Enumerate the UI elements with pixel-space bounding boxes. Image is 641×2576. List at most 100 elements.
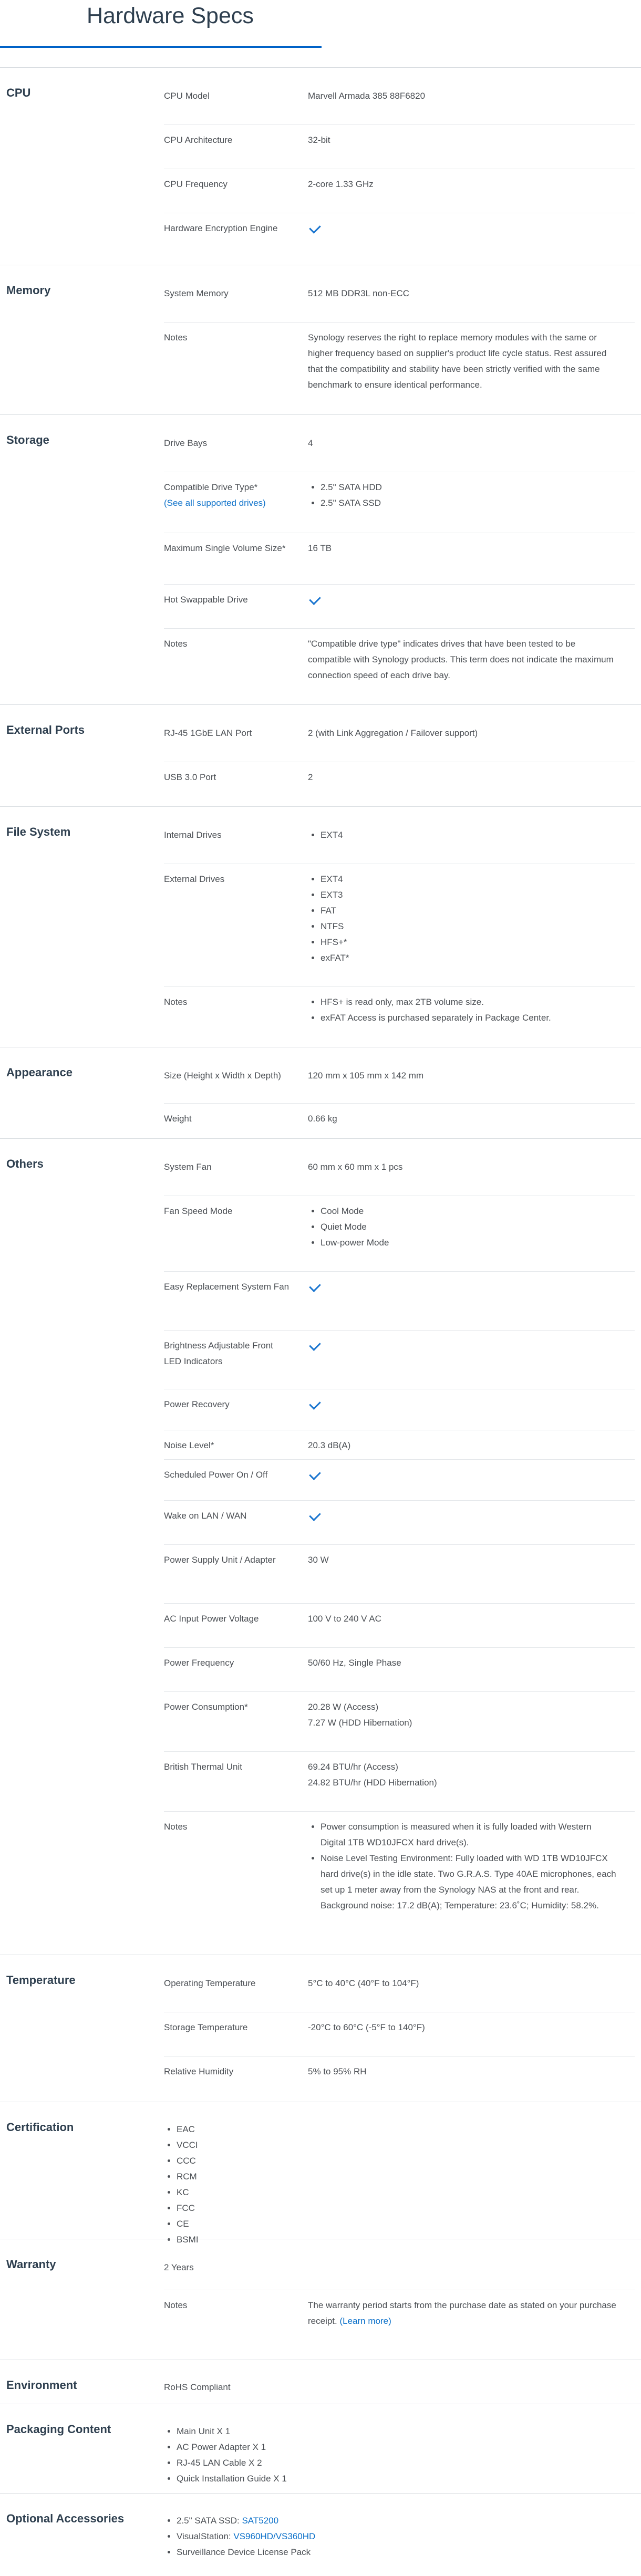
- spec-row: Notes Synology reserves the right to rep…: [0, 323, 641, 414]
- spec-label: Power Recovery: [164, 1399, 230, 1409]
- spec-row: RJ-45 1GbE LAN Port 2 (with Link Aggrega…: [0, 718, 641, 762]
- spec-value: [302, 585, 617, 629]
- section-title: Certification: [6, 2121, 74, 2134]
- spec-label: Hot Swappable Drive: [164, 595, 248, 605]
- spec-label: Size (Height x Width x Depth): [164, 1071, 281, 1081]
- list-item: Quiet Mode: [320, 1219, 617, 1235]
- section-file-system: File System Internal Drives EXT4 Externa…: [0, 806, 641, 1047]
- list-item: HFS+ is read only, max 2TB volume size.: [320, 994, 617, 1010]
- spec-row: Weight 0.66 kg: [0, 1104, 641, 1138]
- sat5200-link[interactable]: SAT5200: [242, 2516, 278, 2526]
- list-item: Noise Level Testing Environment: Fully l…: [320, 1851, 617, 1914]
- spec-row: Storage Temperature -20°C to 60°C (-5°F …: [0, 2012, 641, 2056]
- spec-row: Drive Bays 4: [0, 428, 641, 472]
- spec-value-list: HFS+ is read only, max 2TB volume size. …: [308, 994, 617, 1026]
- spec-value: 2.5" SATA SSD: SAT5200 VisualStation: VS…: [164, 2507, 641, 2576]
- spec-label: Hardware Encryption Engine: [164, 223, 278, 233]
- spec-label: Relative Humidity: [164, 2066, 234, 2076]
- spec-row: CPU Frequency 2-core 1.33 GHz: [0, 169, 641, 213]
- spec-value: 512 MB DDR3L non-ECC: [308, 288, 410, 298]
- section-title: Environment: [6, 2378, 77, 2392]
- spec-row: AC Input Power Voltage 100 V to 240 V AC: [0, 1604, 641, 1648]
- spec-label: RJ-45 1GbE LAN Port: [164, 728, 252, 738]
- section-cpu: CPU CPU Model Marvell Armada 385 88F6820…: [0, 67, 641, 265]
- spec-label: Maximum Single Volume Size*: [164, 543, 286, 553]
- spec-value-list: EAC VCCI CCC RCM KC FCC CE BSMI: [164, 2122, 641, 2248]
- spec-label: Power Frequency: [164, 1658, 234, 1668]
- list-item: FAT: [320, 903, 617, 919]
- spec-value: Cool Mode Quiet Mode Low-power Mode: [302, 1196, 617, 1272]
- spec-value-list: EXT4 EXT3 FAT NTFS HFS+* exFAT*: [308, 871, 617, 966]
- list-item: CE: [177, 2216, 641, 2232]
- spec-label: Weight: [164, 1114, 192, 1124]
- list-item: EXT4: [320, 827, 617, 843]
- spec-label: CPU Architecture: [164, 135, 233, 145]
- spec-label: System Memory: [164, 288, 229, 298]
- spec-value: 2 Years: [164, 2262, 194, 2272]
- spec-label: CPU Model: [164, 91, 210, 101]
- spec-row: Easy Replacement System Fan: [0, 1272, 641, 1331]
- spec-value: 50/60 Hz, Single Phase: [308, 1658, 401, 1668]
- spec-label: Brightness Adjustable Front LED Indicato…: [164, 1341, 273, 1366]
- spec-value: 0.66 kg: [308, 1114, 337, 1124]
- spec-value: 5% to 95% RH: [308, 2066, 367, 2076]
- spec-label: System Fan: [164, 1162, 212, 1172]
- list-item: EXT4: [320, 871, 617, 887]
- spec-label: Storage Temperature: [164, 2022, 248, 2032]
- spec-value: 120 mm x 105 mm x 142 mm: [308, 1071, 424, 1081]
- spec-row: Power Supply Unit / Adapter 30 W: [0, 1545, 641, 1604]
- spec-row: CPU Model Marvell Armada 385 88F6820: [0, 81, 641, 125]
- spec-value-list: Cool Mode Quiet Mode Low-power Mode: [308, 1203, 617, 1251]
- check-icon: [309, 1339, 321, 1351]
- spec-value: -20°C to 60°C (-5°F to 140°F): [308, 2022, 425, 2032]
- spec-value: Marvell Armada 385 88F6820: [308, 91, 426, 101]
- section-warranty: Warranty 2 Years Notes The warranty peri…: [0, 2239, 641, 2360]
- check-icon: [309, 1509, 321, 1521]
- spec-row: External Drives EXT4 EXT3 FAT NTFS HFS+*…: [0, 864, 641, 987]
- spec-label: Notes: [164, 1822, 188, 1832]
- spec-label: Fan Speed Mode: [164, 1206, 233, 1216]
- value-line: 20.28 W (Access): [308, 1702, 379, 1712]
- spec-value-list: Power consumption is measured when it is…: [308, 1819, 617, 1914]
- visualstation-link[interactable]: VS960HD/VS360HD: [233, 2531, 315, 2541]
- spec-label: USB 3.0 Port: [164, 772, 216, 782]
- spec-row: Operating Temperature 5°C to 40°C (40°F …: [0, 1968, 641, 2012]
- section-memory: Memory System Memory 512 MB DDR3L non-EC…: [0, 265, 641, 414]
- spec-value: [302, 1460, 617, 1501]
- spec-row: Size (Height x Width x Depth) 120 mm x 1…: [0, 1061, 641, 1104]
- spec-value: 100 V to 240 V AC: [308, 1614, 381, 1624]
- list-item: Main Unit X 1: [177, 2424, 641, 2439]
- spec-value: [302, 213, 617, 265]
- see-supported-drives-link[interactable]: (See all supported drives): [164, 495, 291, 511]
- section-temperature: Temperature Operating Temperature 5°C to…: [0, 1955, 641, 2102]
- spec-label: Internal Drives: [164, 830, 222, 840]
- list-item: Low-power Mode: [320, 1235, 617, 1251]
- list-item: VCCI: [177, 2137, 641, 2153]
- list-item: RCM: [177, 2169, 641, 2185]
- spec-row: Notes Power consumption is measured when…: [0, 1812, 641, 1955]
- spec-value-list: EXT4: [308, 827, 617, 843]
- spec-label: Notes: [164, 997, 188, 1007]
- hardware-specs-page: Hardware Specs CPU CPU Model Marvell Arm…: [0, 0, 641, 2567]
- spec-row: Maximum Single Volume Size* 16 TB: [0, 533, 641, 585]
- spec-value: 20.3 dB(A): [308, 1440, 351, 1450]
- spec-row: Wake on LAN / WAN: [0, 1501, 641, 1545]
- learn-more-link[interactable]: (Learn more): [339, 2316, 391, 2326]
- section-others: Others System Fan 60 mm x 60 mm x 1 pcs …: [0, 1138, 641, 1955]
- spec-row: Scheduled Power On / Off: [0, 1460, 641, 1501]
- spec-label: Wake on LAN / WAN: [164, 1511, 247, 1521]
- spec-value: 32-bit: [308, 135, 330, 145]
- spec-value: EXT4 EXT3 FAT NTFS HFS+* exFAT*: [302, 864, 617, 987]
- list-item: NTFS: [320, 919, 617, 934]
- spec-value: 2: [308, 772, 313, 782]
- spec-value-list: 2.5" SATA SSD: SAT5200 VisualStation: VS…: [164, 2513, 641, 2560]
- check-icon: [309, 1468, 321, 1480]
- list-item: 2.5" SATA HDD: [320, 480, 617, 495]
- spec-row: Notes HFS+ is read only, max 2TB volume …: [0, 987, 641, 1047]
- spec-row: Notes The warranty period starts from th…: [0, 2290, 641, 2360]
- page-title: Hardware Specs: [87, 3, 254, 28]
- list-item: exFAT Access is purchased separately in …: [320, 1010, 617, 1026]
- spec-row: Internal Drives EXT4: [0, 820, 641, 864]
- check-icon: [309, 1280, 321, 1292]
- list-item: exFAT*: [320, 950, 617, 966]
